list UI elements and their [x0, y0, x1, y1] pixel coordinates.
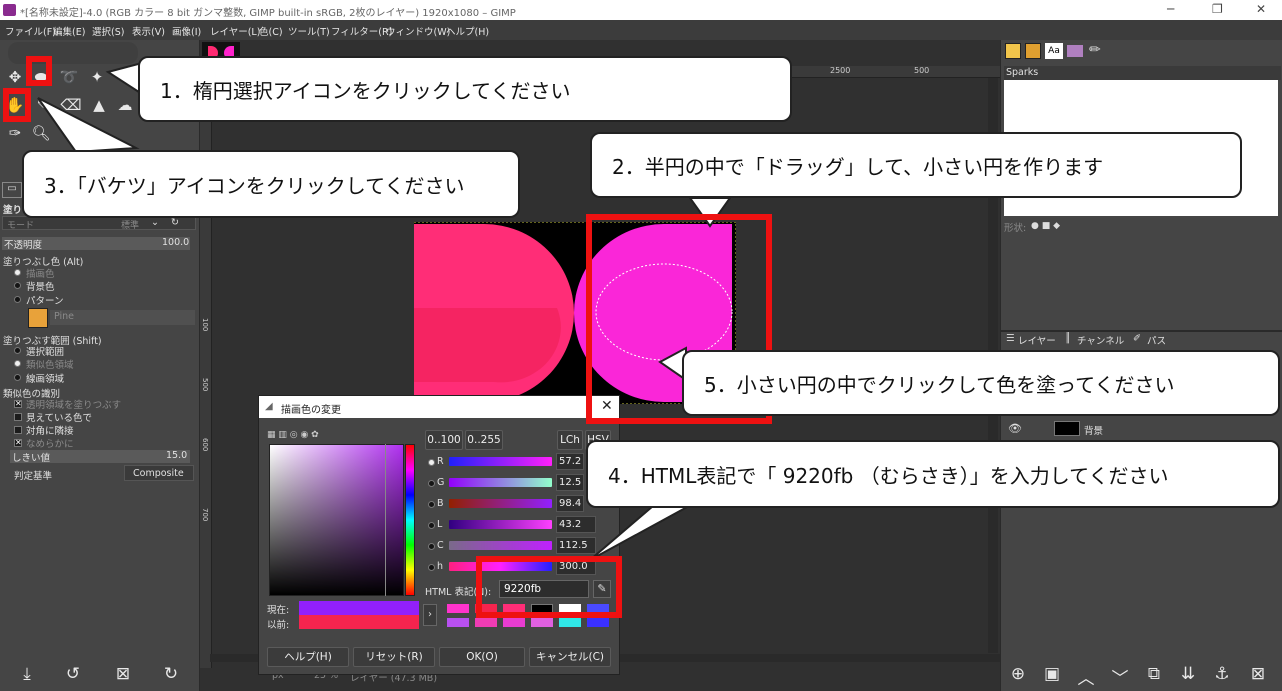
callout-step3: 3．「バケツ」アイコンをクリックしてください	[22, 150, 520, 218]
callout-step1: 1．楕円選択アイコンをクリックしてください	[138, 56, 792, 122]
highlight-ellipse-tool	[26, 56, 52, 86]
highlight-html-field	[476, 556, 622, 618]
pointer-step4	[589, 499, 701, 561]
callout-step4: 4．HTML表記で「 9220fb （むらさき）」を入力してください	[586, 440, 1280, 508]
highlight-bucket-tool	[3, 88, 31, 122]
callout-step5: 5．小さい円の中でクリックして色を塗ってください	[682, 350, 1280, 416]
pointer-step3	[37, 97, 140, 154]
pointer-step1	[105, 61, 143, 96]
callout-step2: 2．半円の中で「ドラッグ」して、小さい円を作ります	[590, 132, 1242, 198]
